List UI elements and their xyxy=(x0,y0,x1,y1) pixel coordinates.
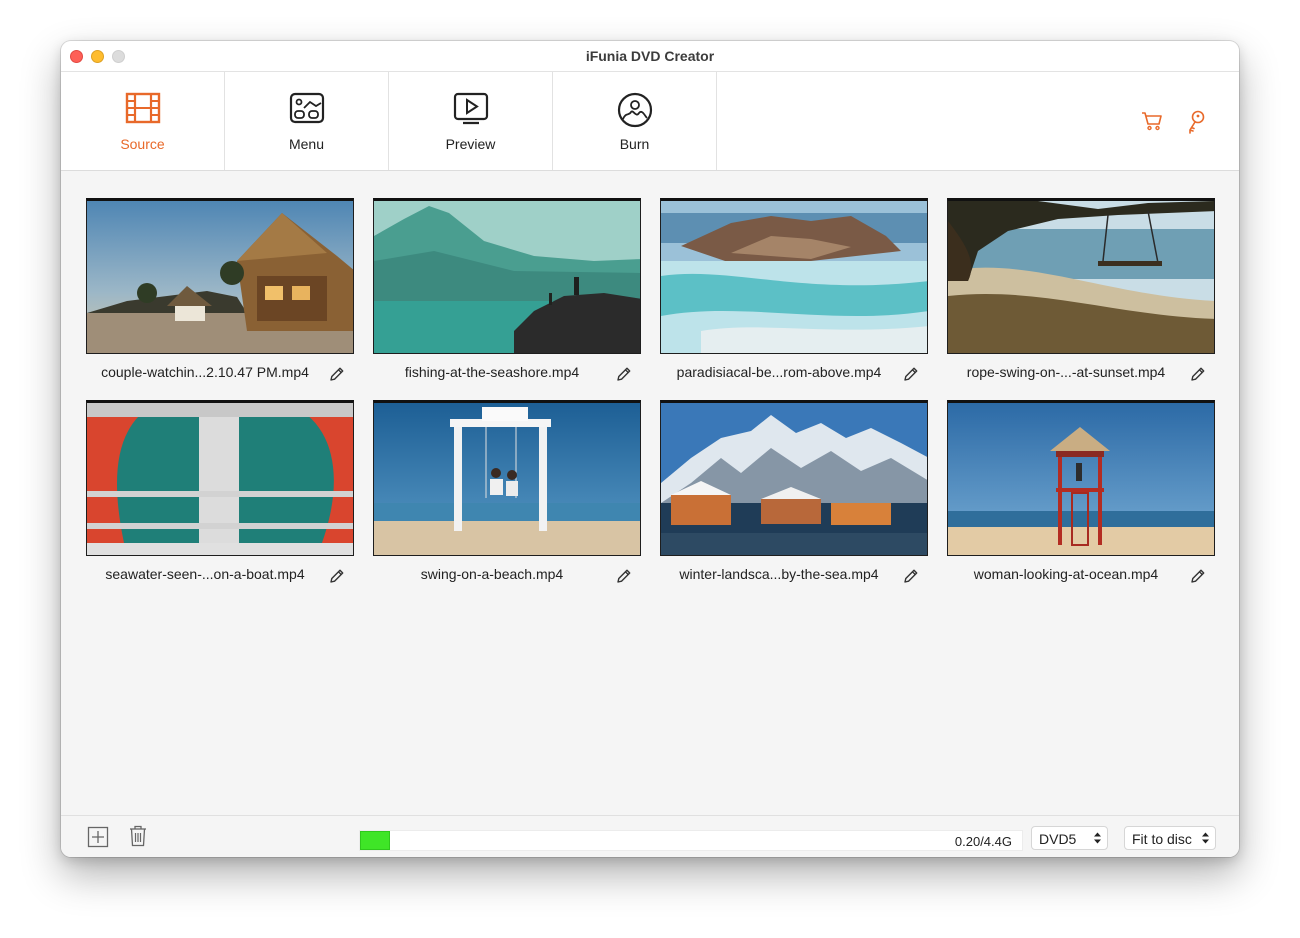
shopping-cart-icon[interactable] xyxy=(1141,110,1163,132)
tab-burn[interactable]: Burn xyxy=(553,72,717,170)
clip-item: fishing-at-the-seashore.mp4 xyxy=(373,198,641,388)
clip-filename: swing-on-a-beach.mp4 xyxy=(420,566,564,582)
updown-chevron-icon xyxy=(1094,832,1101,844)
clip-item: seawater-seen-...on-a-boat.mp4 xyxy=(86,400,354,590)
fit-mode-value: Fit to disc xyxy=(1132,831,1192,847)
edit-pencil-icon[interactable] xyxy=(1189,567,1207,585)
tab-burn-label: Burn xyxy=(619,136,650,152)
clip-item: swing-on-a-beach.mp4 xyxy=(373,400,641,590)
disc-capacity-bar: 0.20/4.4G xyxy=(359,830,1023,851)
tab-menu[interactable]: Menu xyxy=(225,72,389,170)
clip-filename: seawater-seen-...on-a-boat.mp4 xyxy=(105,566,305,582)
clip-item: woman-looking-at-ocean.mp4 xyxy=(947,400,1215,590)
edit-pencil-icon[interactable] xyxy=(328,365,346,383)
clip-thumbnail[interactable] xyxy=(660,400,928,556)
clip-thumbnail[interactable] xyxy=(86,198,354,354)
menu-layout-icon xyxy=(289,92,325,124)
updown-chevron-icon xyxy=(1202,832,1209,844)
edit-pencil-icon[interactable] xyxy=(328,567,346,585)
tab-source-label: Source xyxy=(120,136,165,152)
disc-burn-icon xyxy=(617,92,653,128)
capacity-text: 0.20/4.4G xyxy=(954,834,1012,849)
clip-filename: paradisiacal-be...rom-above.mp4 xyxy=(676,364,882,380)
clip-thumbnail[interactable] xyxy=(373,198,641,354)
film-strip-icon xyxy=(125,92,161,124)
add-plus-icon[interactable] xyxy=(87,826,109,848)
status-bar: 0.20/4.4G DVD5 Fit to disc xyxy=(61,815,1239,857)
clip-item: rope-swing-on-...-at-sunset.mp4 xyxy=(947,198,1215,388)
clip-filename: fishing-at-the-seashore.mp4 xyxy=(404,364,580,380)
key-register-icon[interactable] xyxy=(1185,110,1207,134)
source-clip-grid: couple-watchin...2.10.47 PM.mp4 fishing-… xyxy=(61,171,1239,815)
tab-preview-label: Preview xyxy=(445,136,496,152)
clip-thumbnail[interactable] xyxy=(373,400,641,556)
clip-thumbnail[interactable] xyxy=(660,198,928,354)
clip-item: winter-landsca...by-the-sea.mp4 xyxy=(660,400,928,590)
clip-filename: couple-watchin...2.10.47 PM.mp4 xyxy=(101,364,309,380)
clip-filename: rope-swing-on-...-at-sunset.mp4 xyxy=(966,364,1166,380)
trash-icon[interactable] xyxy=(128,825,148,847)
clip-filename: woman-looking-at-ocean.mp4 xyxy=(973,566,1159,582)
edit-pencil-icon[interactable] xyxy=(902,567,920,585)
clip-item: paradisiacal-be...rom-above.mp4 xyxy=(660,198,928,388)
disc-type-value: DVD5 xyxy=(1039,831,1077,847)
window-title: iFunia DVD Creator xyxy=(585,48,715,64)
clip-thumbnail[interactable] xyxy=(947,400,1215,556)
edit-pencil-icon[interactable] xyxy=(1189,365,1207,383)
capacity-fill xyxy=(360,831,390,850)
clip-item: couple-watchin...2.10.47 PM.mp4 xyxy=(86,198,354,388)
tab-source[interactable]: Source xyxy=(61,72,225,170)
disc-type-select[interactable]: DVD5 xyxy=(1031,826,1108,850)
edit-pencil-icon[interactable] xyxy=(902,365,920,383)
title-bar: iFunia DVD Creator xyxy=(61,41,1239,72)
clip-filename: winter-landsca...by-the-sea.mp4 xyxy=(679,566,879,582)
clip-thumbnail[interactable] xyxy=(947,198,1215,354)
clip-thumbnail[interactable] xyxy=(86,400,354,556)
play-screen-icon xyxy=(453,92,489,125)
fit-mode-select[interactable]: Fit to disc xyxy=(1124,826,1216,850)
app-window: iFunia DVD Creator Source Menu Preview B… xyxy=(61,41,1239,857)
edit-pencil-icon[interactable] xyxy=(615,567,633,585)
edit-pencil-icon[interactable] xyxy=(615,365,633,383)
tab-menu-label: Menu xyxy=(288,136,325,152)
tab-preview[interactable]: Preview xyxy=(389,72,553,170)
main-toolbar: Source Menu Preview Burn xyxy=(61,72,1239,171)
